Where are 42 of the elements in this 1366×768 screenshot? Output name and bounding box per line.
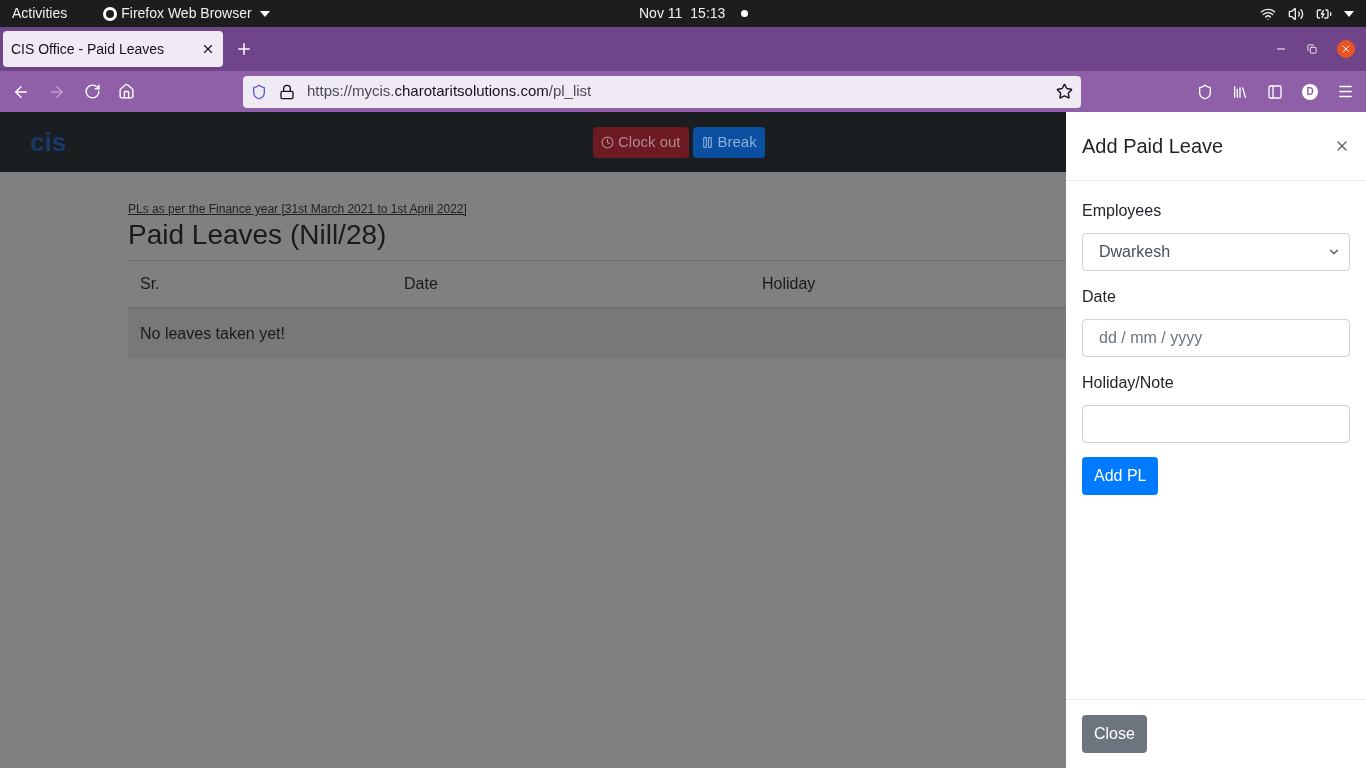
restore-icon[interactable] (1307, 44, 1317, 54)
library-icon[interactable] (1232, 83, 1248, 100)
address-bar[interactable]: https://mycis.charotaritsolutions.com/pl_list (243, 75, 1081, 108)
close-tab-icon[interactable] (201, 42, 215, 56)
app-menu[interactable]: Firefox Web Browser (121, 3, 252, 24)
date-field[interactable]: dd / mm / yyyy (1082, 319, 1350, 357)
field-label: Holiday/Note (1082, 373, 1175, 393)
browser-tab[interactable]: CIS Office - Paid Leaves (3, 31, 223, 67)
sidebar-icon[interactable] (1267, 83, 1283, 100)
page-heading: Paid Leaves (Nill/28) (128, 218, 388, 252)
clock-out-button[interactable]: Clock out (593, 126, 689, 158)
close-button[interactable]: Close (1082, 715, 1147, 753)
activities-button[interactable]: Activities (12, 3, 68, 24)
system-menu-caret-icon[interactable] (1344, 10, 1354, 17)
field-label: Date (1082, 287, 1117, 307)
add-pl-button[interactable]: Add PL (1082, 457, 1159, 495)
shield-icon (251, 83, 267, 100)
clock-icon (601, 135, 614, 149)
reload-icon[interactable] (84, 83, 101, 100)
column-header: Sr. (139, 274, 161, 294)
finance-year-link[interactable]: PLs as per the Finance year [31st March 2021 to 1st April 2022] (128, 200, 467, 218)
note-field[interactable] (1082, 405, 1350, 443)
bookmark-star-icon[interactable] (1056, 83, 1073, 100)
home-icon[interactable] (118, 83, 135, 100)
pause-icon (700, 135, 714, 149)
column-header: Holiday (761, 274, 816, 294)
field-label: Employees (1082, 201, 1163, 221)
empty-table-row: No leaves taken yet! (128, 309, 1066, 358)
clock-date[interactable]: Nov 11 (639, 3, 683, 24)
break-button[interactable]: Break (692, 126, 765, 158)
lock-icon (279, 83, 295, 100)
volume-icon[interactable] (1288, 5, 1304, 22)
column-header: Date (403, 274, 439, 294)
dropdown-caret-icon (259, 10, 270, 17)
close-icon (1340, 43, 1352, 55)
window-close-button[interactable] (1337, 40, 1355, 58)
clock-time[interactable]: 15:13 (690, 3, 726, 24)
drawer-title: Add Paid Leave (1082, 134, 1224, 159)
menu-icon[interactable] (1337, 83, 1354, 100)
employee-select[interactable]: Dwarkesh (1082, 233, 1350, 271)
new-tab-icon[interactable] (235, 40, 253, 58)
account-avatar[interactable]: D (1302, 83, 1318, 100)
